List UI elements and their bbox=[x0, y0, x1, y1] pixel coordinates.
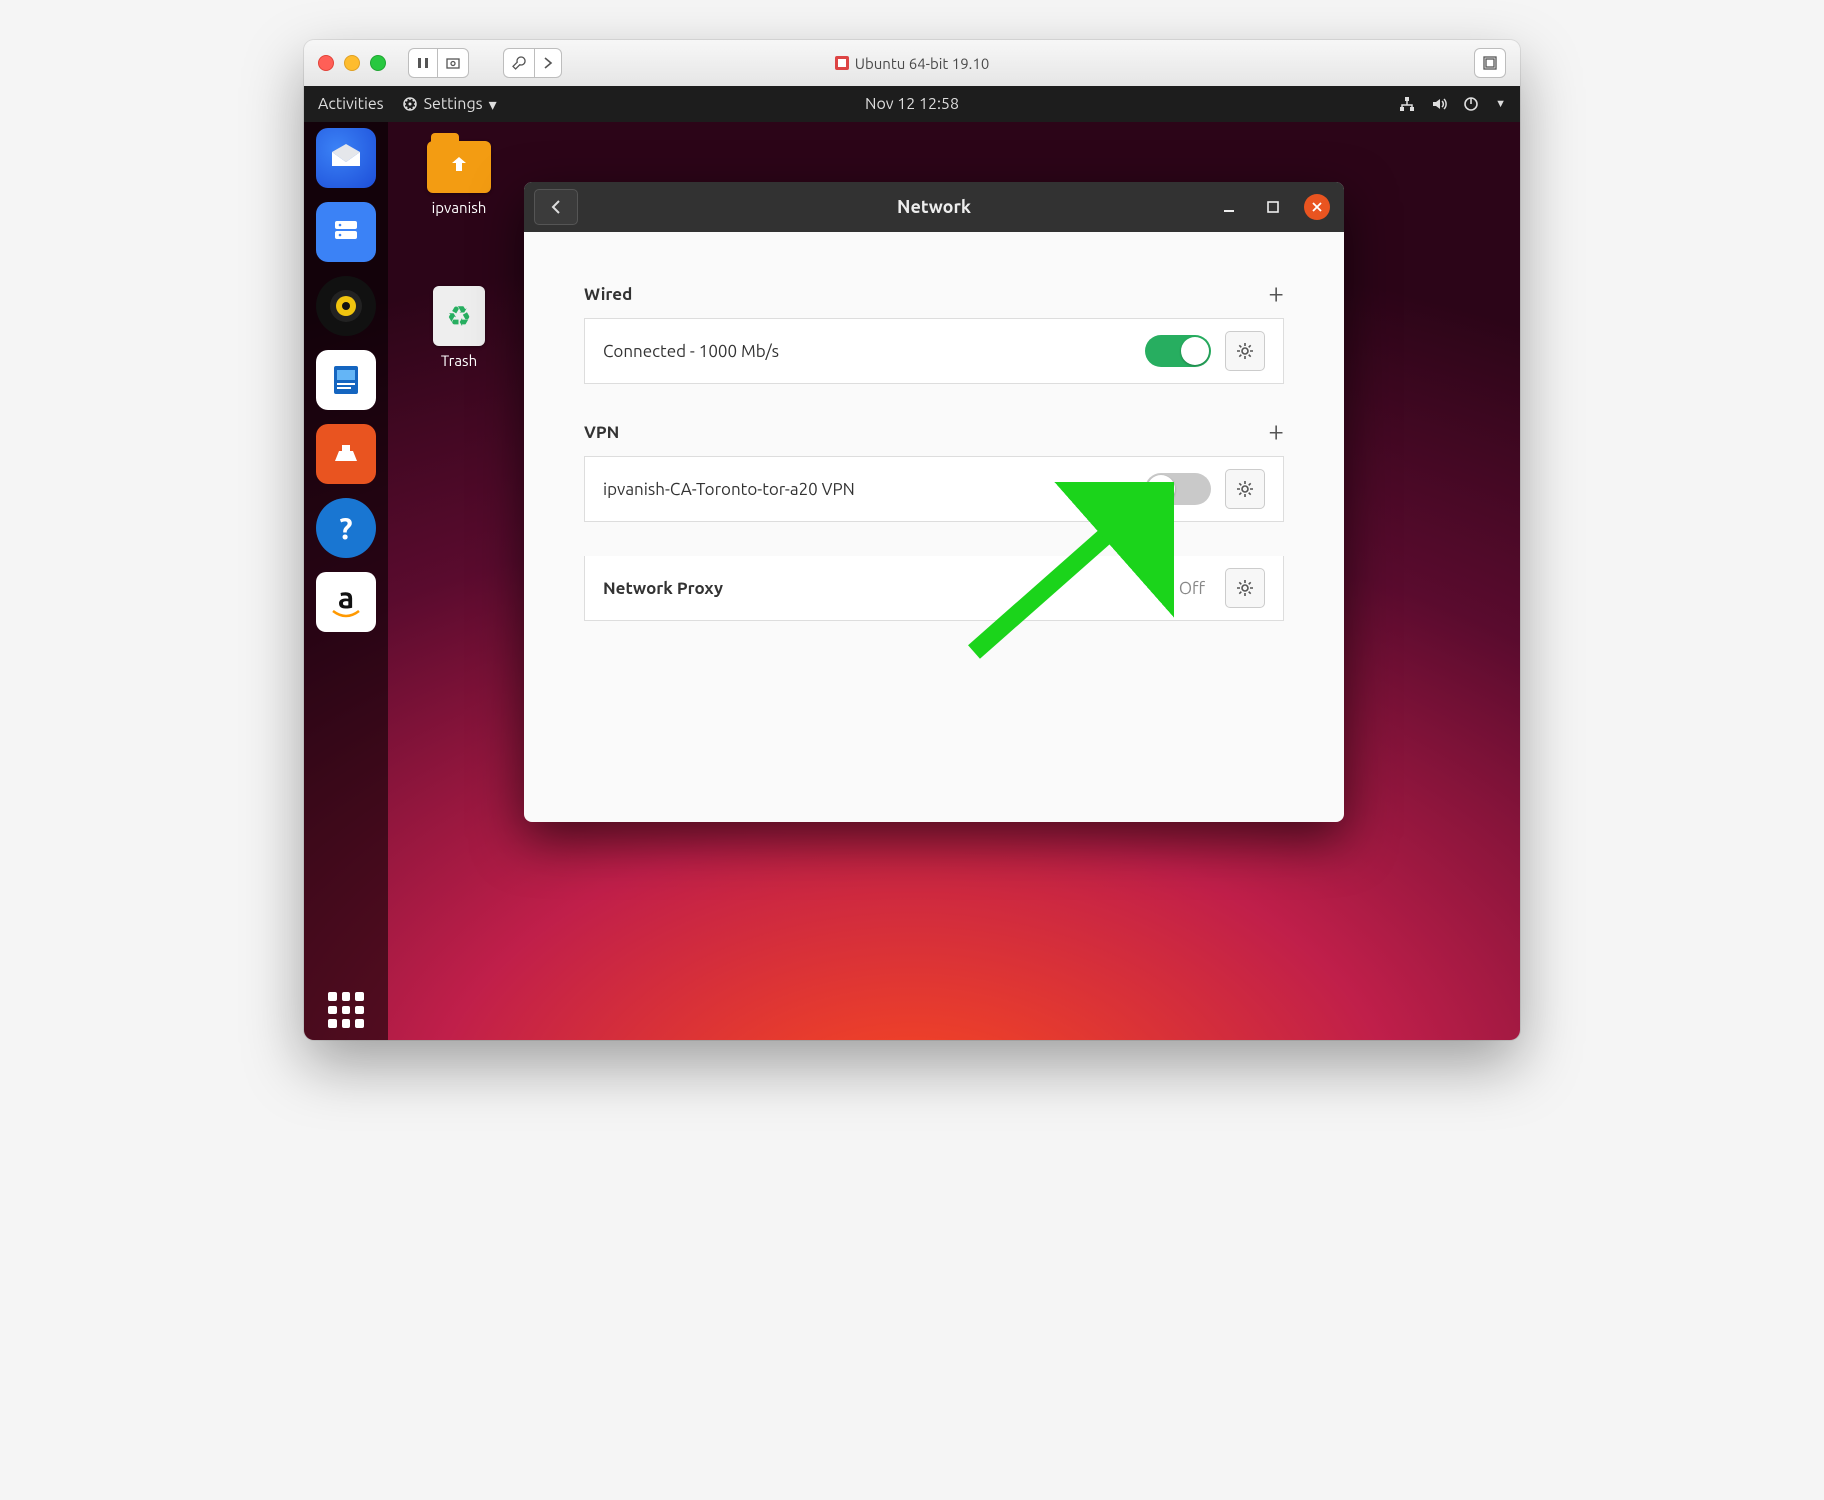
mac-titlebar: Ubuntu 64-bit 19.10 bbox=[304, 40, 1520, 87]
show-apps-button[interactable] bbox=[316, 980, 376, 1040]
snapshot-button[interactable] bbox=[437, 48, 469, 78]
ubuntu-desktop: Activities Settings ▾ Nov 12 12:58 ▼ ? a bbox=[304, 86, 1520, 1040]
vpn-settings-button[interactable] bbox=[1225, 469, 1265, 509]
app-menu[interactable]: Settings ▾ bbox=[402, 95, 497, 114]
trash-icon: ♻ bbox=[433, 286, 485, 346]
volume-icon[interactable] bbox=[1431, 96, 1447, 112]
toolbar-group-2 bbox=[503, 48, 562, 78]
vpn-connection-row: ipvanish-CA-Toronto-tor-a20 VPN bbox=[584, 456, 1284, 522]
next-button[interactable] bbox=[534, 48, 562, 78]
desktop-trash-label: Trash bbox=[441, 352, 477, 369]
desktop-folder-ipvanish[interactable]: ipvanish bbox=[414, 141, 504, 216]
dock-thunderbird[interactable] bbox=[316, 128, 376, 188]
pause-button[interactable] bbox=[408, 48, 437, 78]
dock-rhythmbox[interactable] bbox=[316, 276, 376, 336]
minimize-button[interactable] bbox=[1216, 194, 1242, 220]
dock-software[interactable] bbox=[316, 424, 376, 484]
toolbar-group bbox=[408, 48, 469, 78]
add-vpn-button[interactable]: + bbox=[1268, 418, 1284, 446]
dock-amazon[interactable]: a bbox=[316, 572, 376, 632]
dock-writer[interactable] bbox=[316, 350, 376, 410]
proxy-status: Off bbox=[1179, 579, 1205, 598]
menu-caret-icon[interactable]: ▼ bbox=[1495, 98, 1506, 110]
network-proxy-row[interactable]: Network Proxy Off bbox=[584, 556, 1284, 621]
proxy-row-label: Network Proxy bbox=[603, 579, 1165, 598]
close-button[interactable] bbox=[1304, 194, 1330, 220]
minimize-icon[interactable] bbox=[344, 55, 360, 71]
wired-settings-button[interactable] bbox=[1225, 331, 1265, 371]
vpn-row-label: ipvanish-CA-Toronto-tor-a20 VPN bbox=[603, 480, 1131, 499]
maximize-button[interactable] bbox=[1260, 194, 1286, 220]
desktop-icons: ipvanish ♻ Trash bbox=[414, 141, 504, 369]
activities-button[interactable]: Activities bbox=[318, 95, 384, 113]
traffic-lights bbox=[318, 55, 386, 71]
desktop-folder-label: ipvanish bbox=[432, 199, 487, 216]
settings-network-window: Network Wired + Connected - 1000 Mb/s bbox=[524, 182, 1344, 822]
dock-help[interactable]: ? bbox=[316, 498, 376, 558]
dock: ? a bbox=[304, 122, 388, 1040]
network-icon[interactable] bbox=[1399, 96, 1415, 112]
back-button[interactable] bbox=[534, 189, 578, 225]
wired-heading: Wired bbox=[584, 285, 632, 304]
tools-button[interactable] bbox=[503, 48, 534, 78]
proxy-settings-button[interactable] bbox=[1225, 568, 1265, 608]
gnome-topbar: Activities Settings ▾ Nov 12 12:58 ▼ bbox=[304, 86, 1520, 122]
add-wired-button[interactable]: + bbox=[1268, 280, 1284, 308]
wired-row-label: Connected - 1000 Mb/s bbox=[603, 342, 1131, 361]
window-title: Ubuntu 64-bit 19.10 bbox=[304, 55, 1520, 72]
power-icon[interactable] bbox=[1463, 96, 1479, 112]
dock-files[interactable] bbox=[316, 202, 376, 262]
vpn-heading: VPN bbox=[584, 423, 619, 442]
fullscreen-button[interactable] bbox=[1474, 48, 1506, 78]
vm-host-window: Ubuntu 64-bit 19.10 Activities Settings … bbox=[304, 40, 1520, 1040]
wired-connection-row: Connected - 1000 Mb/s bbox=[584, 318, 1284, 384]
wired-toggle[interactable] bbox=[1145, 335, 1211, 367]
dialog-header: Network bbox=[524, 182, 1344, 232]
folder-icon bbox=[427, 141, 491, 193]
desktop-trash[interactable]: ♻ Trash bbox=[414, 286, 504, 369]
zoom-icon[interactable] bbox=[370, 55, 386, 71]
close-icon[interactable] bbox=[318, 55, 334, 71]
vpn-toggle[interactable] bbox=[1145, 473, 1211, 505]
